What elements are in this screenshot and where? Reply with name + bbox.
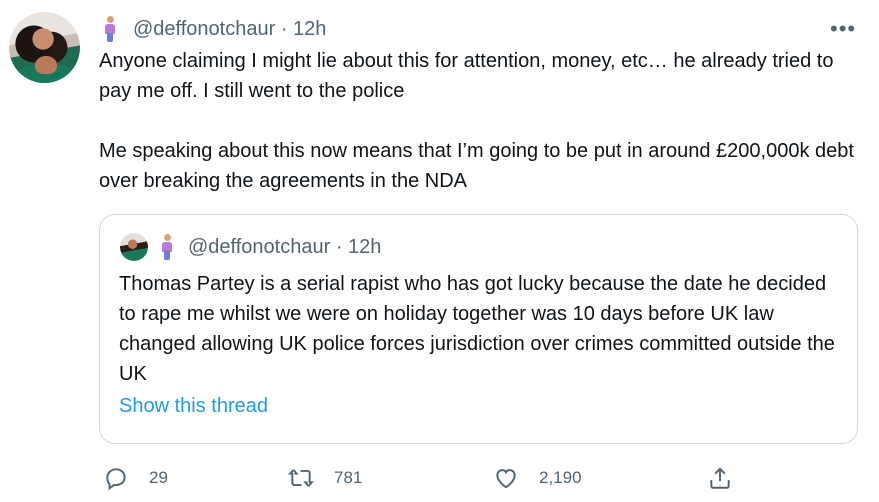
show-thread-link[interactable]: Show this thread bbox=[119, 395, 268, 418]
retweet-button[interactable]: 781 bbox=[288, 462, 362, 494]
tweet-header: @deffonotchaur · 12h bbox=[103, 14, 326, 44]
heart-icon bbox=[496, 469, 516, 489]
separator: · bbox=[275, 17, 294, 40]
avatar[interactable] bbox=[9, 12, 80, 83]
avatar-skin bbox=[35, 56, 57, 74]
reply-count: 29 bbox=[149, 468, 168, 487]
tweet-text: Anyone claiming I might lie about this f… bbox=[99, 50, 854, 192]
share-icon bbox=[710, 467, 730, 489]
person-emoji-icon bbox=[103, 16, 117, 42]
retweet-icon bbox=[288, 469, 314, 487]
more-options-icon[interactable]: ••• bbox=[830, 16, 856, 42]
tweet-handle[interactable]: @deffonotchaur bbox=[133, 18, 275, 41]
reply-button[interactable]: 29 bbox=[103, 462, 168, 494]
quoted-avatar bbox=[120, 233, 148, 261]
quoted-handle: @deffonotchaur bbox=[188, 235, 331, 258]
quoted-tweet-text: Thomas Partey is a serial rapist who has… bbox=[119, 273, 835, 385]
like-button[interactable]: 2,190 bbox=[493, 462, 582, 494]
like-count: 2,190 bbox=[539, 468, 582, 487]
quoted-tweet-header: @deffonotchaur · 12h bbox=[120, 233, 381, 261]
quoted-time: 12h bbox=[348, 235, 382, 258]
share-button[interactable] bbox=[707, 462, 753, 494]
separator: · bbox=[330, 235, 349, 258]
quoted-tweet[interactable]: @deffonotchaur · 12h Thomas Partey is a … bbox=[99, 214, 858, 444]
tweet-time[interactable]: 12h bbox=[293, 18, 326, 41]
tweet-actions: 29 781 2,190 bbox=[0, 462, 879, 494]
reply-icon bbox=[106, 468, 126, 491]
person-emoji-icon bbox=[160, 234, 174, 260]
retweet-count: 781 bbox=[334, 468, 363, 487]
